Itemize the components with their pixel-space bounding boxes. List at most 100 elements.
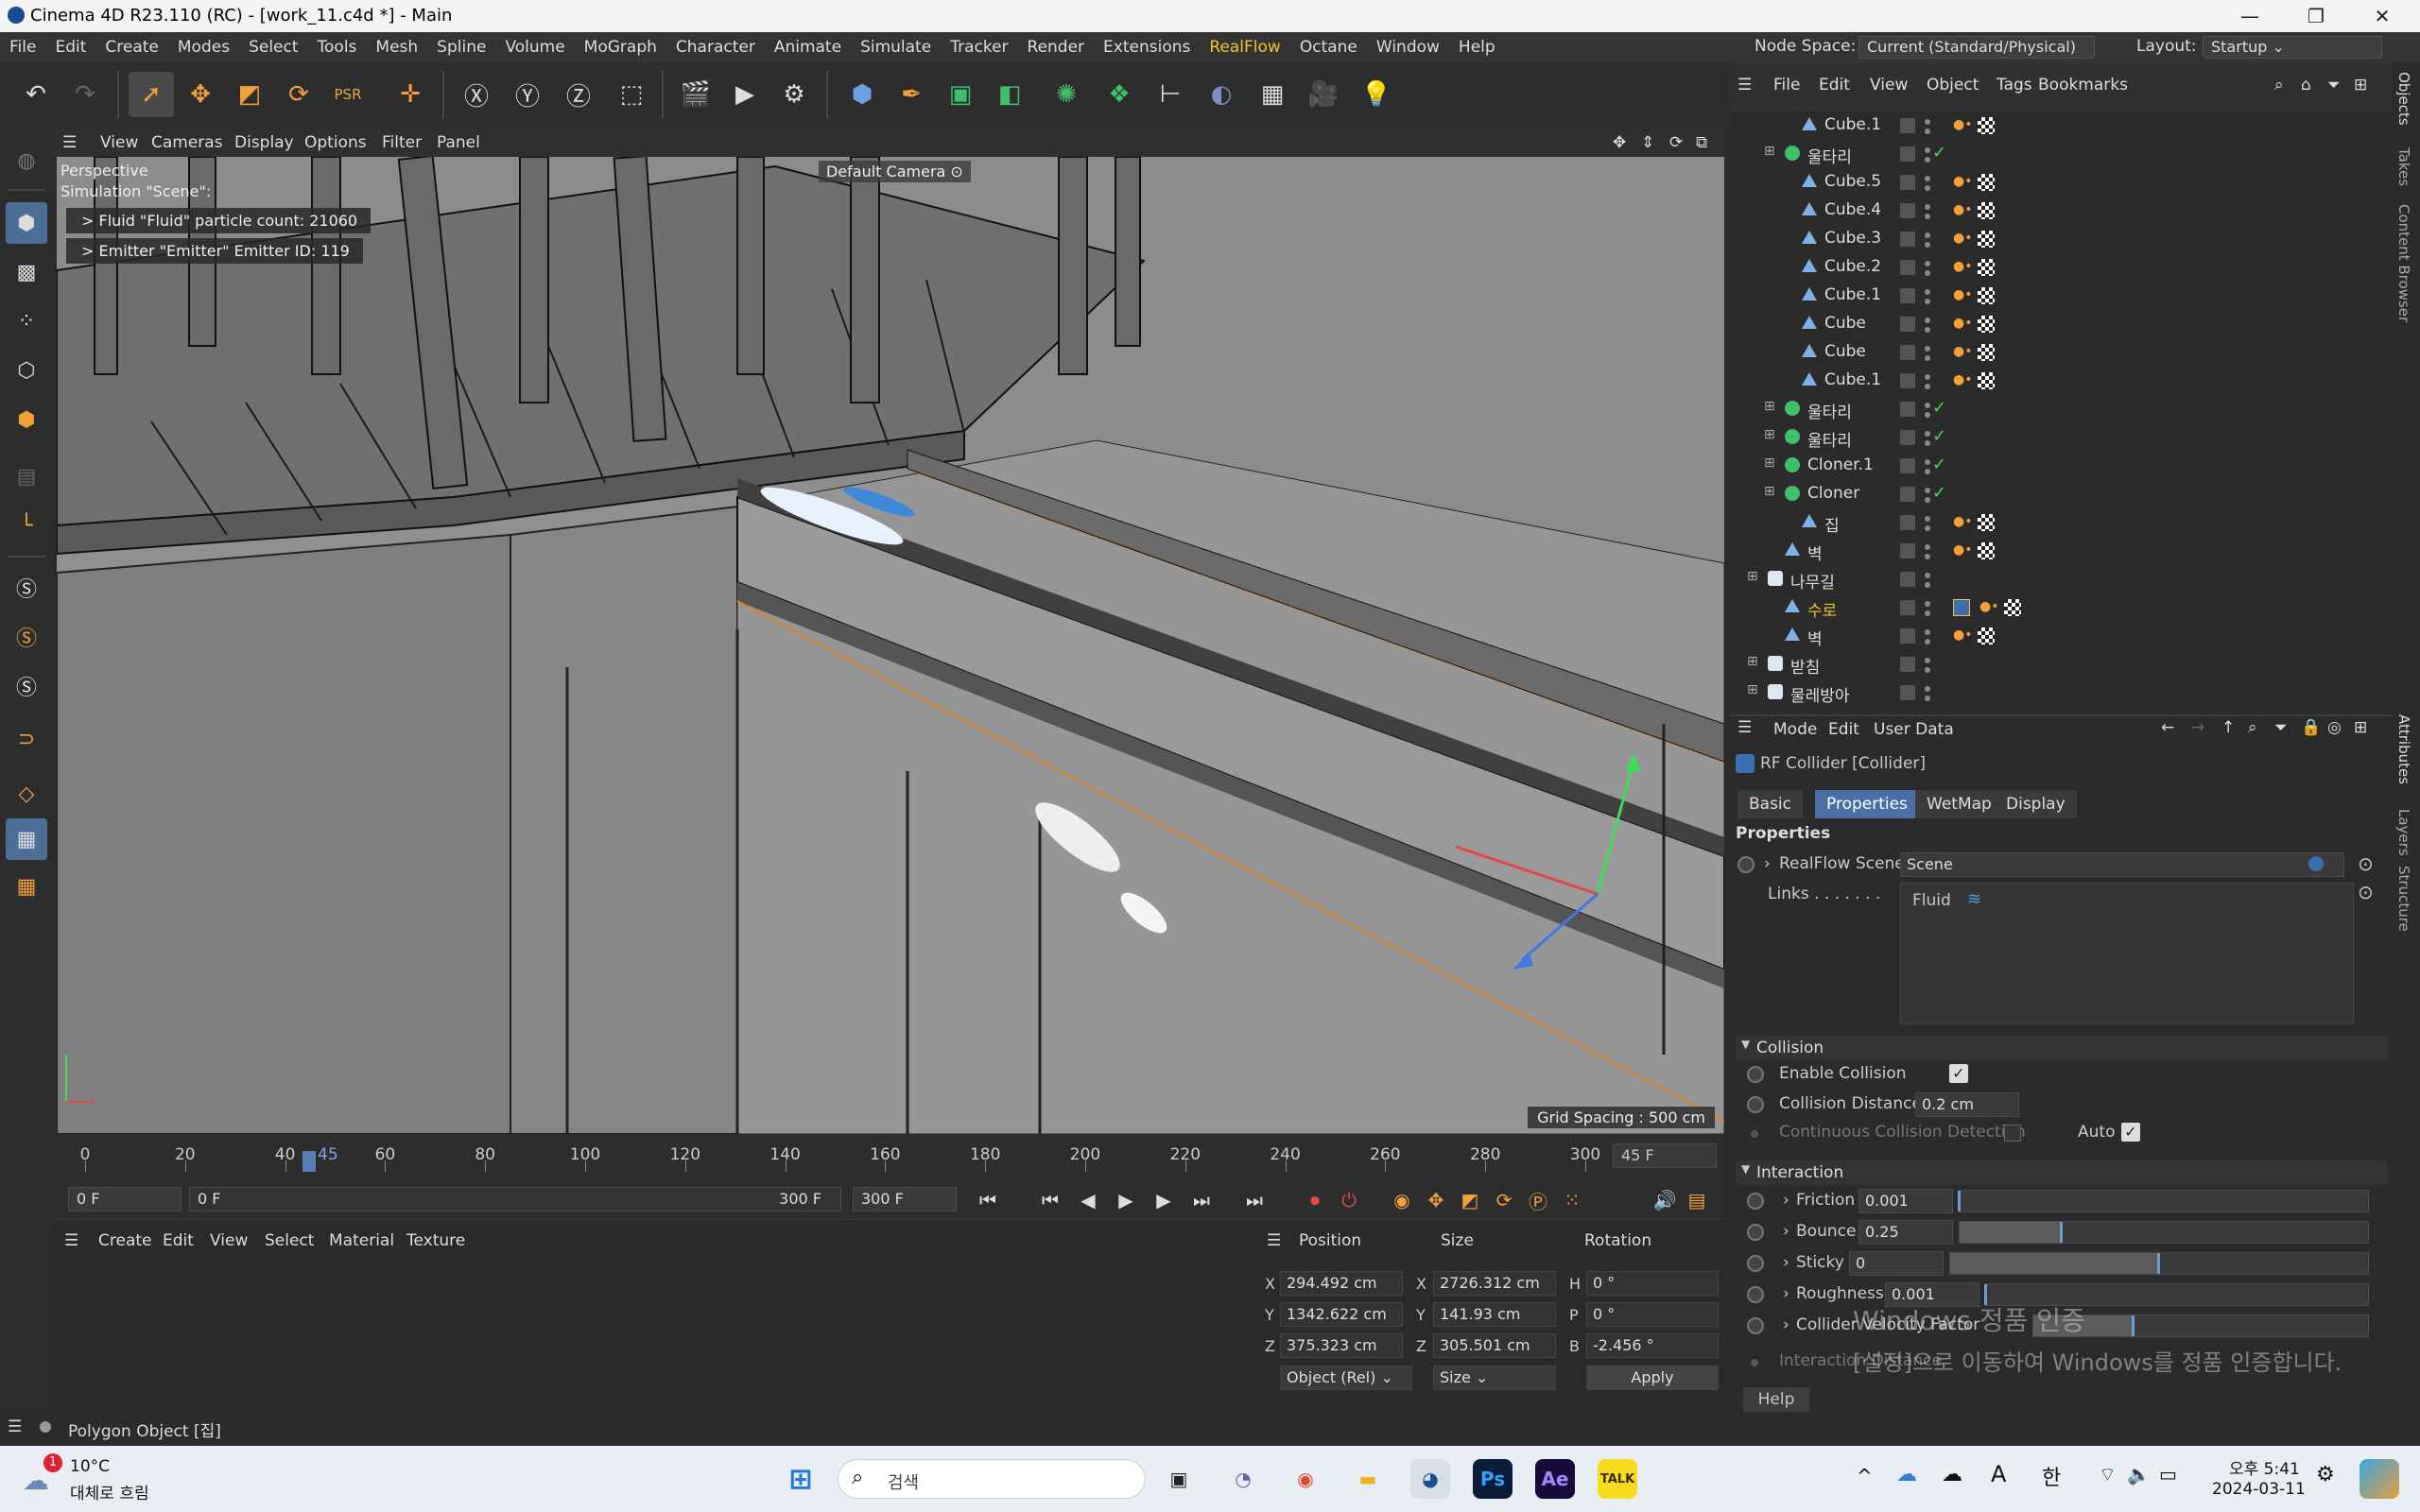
subdivision-icon[interactable]: ▣ — [938, 72, 983, 117]
points-mode-icon[interactable]: ⁘ — [6, 301, 47, 342]
size-z-field[interactable]: 305.501 cm — [1433, 1333, 1556, 1358]
continuous-collision-checkbox[interactable] — [2004, 1125, 2021, 1142]
record-icon[interactable]: ⏺ — [1301, 1187, 1329, 1213]
collision-section-header[interactable]: Collision — [1736, 1036, 2388, 1060]
tab-layers-vertical[interactable]: Layers — [2395, 809, 2412, 856]
forward-arrow-icon[interactable]: → — [2191, 718, 2204, 737]
position-x-field[interactable]: 294.492 cm — [1280, 1271, 1403, 1296]
snap-icon[interactable]: Ⓢ — [6, 567, 47, 609]
object-row[interactable]: 수로 ●• — [1730, 593, 2363, 622]
next-frame-icon[interactable]: ▶ — [1150, 1187, 1178, 1213]
viewport-menu-display[interactable]: Display — [234, 133, 294, 152]
param-slider-knob[interactable] — [1958, 1191, 1961, 1211]
rotate-view-icon[interactable]: ⟳ — [1669, 133, 1683, 152]
show-hidden-icons-icon[interactable]: ^ — [1857, 1465, 1873, 1487]
attr-target-icon[interactable]: ◎ — [2327, 718, 2342, 737]
rf-scene-field[interactable]: Scene — [1900, 852, 2344, 877]
attr-menu-edit[interactable]: Edit — [1828, 720, 1859, 739]
texture-tag-icon[interactable] — [1978, 372, 1995, 389]
clock-time[interactable]: 오후 5:41 — [2229, 1455, 2300, 1479]
phong-tag-icon[interactable]: ●• — [1953, 344, 1972, 361]
editor-visibility-dot[interactable] — [1925, 403, 1930, 408]
cloner-icon[interactable]: ✺ — [1044, 72, 1089, 117]
frame-ruler[interactable]: 0 20 40 60 80 100 120 140 160 180 200 220 240 260 280 3… — [57, 1140, 1664, 1172]
layer-edit-icon[interactable] — [1900, 600, 1915, 615]
phong-tag-icon[interactable]: ●• — [1953, 287, 1972, 304]
param-slider[interactable] — [1949, 1252, 2369, 1275]
menu-tracker[interactable]: Tracker — [941, 32, 1017, 62]
expand-toggle-icon[interactable]: ⊞ — [1764, 399, 1775, 414]
enabled-check-icon[interactable]: ✓ — [1932, 426, 1946, 446]
apply-button[interactable]: Apply — [1586, 1366, 1719, 1390]
snap-settings-icon[interactable]: Ⓢ — [6, 616, 47, 658]
viewport-menu-options[interactable]: Options — [304, 133, 367, 152]
maximize-view-icon[interactable]: ⧉ — [1696, 133, 1707, 152]
task-view-icon[interactable]: ▣ — [1159, 1459, 1199, 1499]
menu-tools[interactable]: Tools — [308, 32, 367, 62]
expand-toggle-icon[interactable]: ⊞ — [1747, 654, 1758, 669]
prev-key-icon[interactable]: ⏮ — [1036, 1187, 1064, 1213]
texture-tag-icon[interactable] — [1978, 514, 1995, 531]
editor-visibility-dot[interactable] — [1925, 119, 1930, 125]
phong-tag-icon[interactable]: ●• — [1953, 372, 1972, 389]
taskbar-search[interactable]: ⌕ 검색 — [838, 1459, 1146, 1499]
phong-tag-icon[interactable]: ●• — [1953, 174, 1972, 191]
editor-visibility-dot[interactable] — [1925, 601, 1930, 607]
render-visibility-dot[interactable] — [1925, 242, 1930, 248]
object-menu-view[interactable]: View — [1870, 76, 1908, 94]
texture-tag-icon[interactable] — [1978, 344, 1995, 361]
object-row[interactable]: ⊞ 물레방아 — [1730, 679, 2363, 707]
link-item-fluid[interactable]: Fluid — [1912, 891, 1951, 910]
render-visibility-dot[interactable] — [1925, 214, 1930, 219]
render-visibility-dot[interactable] — [1925, 384, 1930, 389]
edges-mode-icon[interactable]: ⬡ — [6, 350, 47, 391]
object-row[interactable]: 집 ●• — [1730, 508, 2363, 537]
object-menu-file[interactable]: File — [1773, 76, 1800, 94]
3d-viewport[interactable]: Perspective Simulation "Scene": > Fluid … — [57, 157, 1724, 1134]
editor-visibility-dot[interactable] — [1925, 459, 1930, 465]
expand-chevron-icon[interactable]: › — [1764, 854, 1771, 873]
render-visibility-dot[interactable] — [1925, 157, 1930, 163]
locked-workplane-icon[interactable]: ▦ — [6, 818, 47, 860]
menu-edit[interactable]: Edit — [45, 32, 95, 62]
photoshop-icon[interactable]: Ps — [1473, 1459, 1512, 1499]
x-axis-lock-icon[interactable]: Ⓧ — [454, 72, 499, 117]
render-visibility-dot[interactable] — [1925, 412, 1930, 418]
layer-edit-icon[interactable] — [1900, 487, 1915, 502]
wifi-icon[interactable]: ⌔ — [2099, 1463, 2117, 1486]
render-settings-icon[interactable]: ⚙ — [771, 72, 817, 117]
object-row[interactable]: Cube.4 ●• — [1730, 197, 2363, 225]
object-filter-icon[interactable]: ⏷ — [2327, 76, 2341, 94]
object-row[interactable]: ⊞ 울타리 ✓ — [1730, 395, 2363, 423]
layer-edit-icon[interactable] — [1900, 288, 1915, 303]
object-new-window-icon[interactable]: ⊞ — [2354, 76, 2367, 94]
phong-tag-icon[interactable]: ●• — [1953, 627, 1972, 644]
render-visibility-dot[interactable] — [1925, 129, 1930, 134]
axis-mode-icon[interactable]: └ — [6, 505, 47, 546]
attr-menu-mode[interactable]: Mode — [1773, 720, 1817, 739]
param-slider-knob[interactable] — [2157, 1253, 2160, 1274]
layer-edit-icon[interactable] — [1900, 572, 1915, 587]
layer-edit-icon[interactable] — [1900, 657, 1915, 672]
object-row[interactable]: ⊞ Cloner ✓ — [1730, 480, 2363, 508]
material-menu-view[interactable]: View — [210, 1231, 248, 1250]
rf-scene-pick-icon[interactable]: ⊙ — [2358, 852, 2374, 875]
object-menu-edit[interactable]: Edit — [1819, 76, 1850, 94]
expand-chevron-icon[interactable]: › — [1783, 1284, 1789, 1303]
current-frame-field[interactable]: 45 F — [1613, 1143, 1717, 1168]
editor-visibility-dot[interactable] — [1925, 516, 1930, 522]
menu-window[interactable]: Window — [1367, 32, 1449, 62]
layer-edit-icon[interactable] — [1900, 118, 1915, 133]
editor-visibility-dot[interactable] — [1925, 346, 1930, 352]
next-key-icon[interactable]: ⏭ — [1187, 1187, 1216, 1213]
object-row[interactable]: Cube.1 ●• — [1730, 367, 2363, 395]
help-button[interactable]: Help — [1743, 1387, 1809, 1412]
editor-visibility-dot[interactable] — [1925, 686, 1930, 692]
phong-tag-icon[interactable]: ●• — [1953, 542, 1972, 559]
object-row[interactable]: ⊞ 울타리 ✓ — [1730, 423, 2363, 452]
expand-toggle-icon[interactable]: ⊞ — [1764, 455, 1775, 471]
menu-create[interactable]: Create — [95, 32, 168, 62]
enable-collision-animate-toggle[interactable] — [1747, 1066, 1764, 1083]
phong-tag-icon[interactable]: ●• — [1979, 599, 1998, 616]
object-menu-tags[interactable]: Tags — [1996, 76, 2032, 94]
